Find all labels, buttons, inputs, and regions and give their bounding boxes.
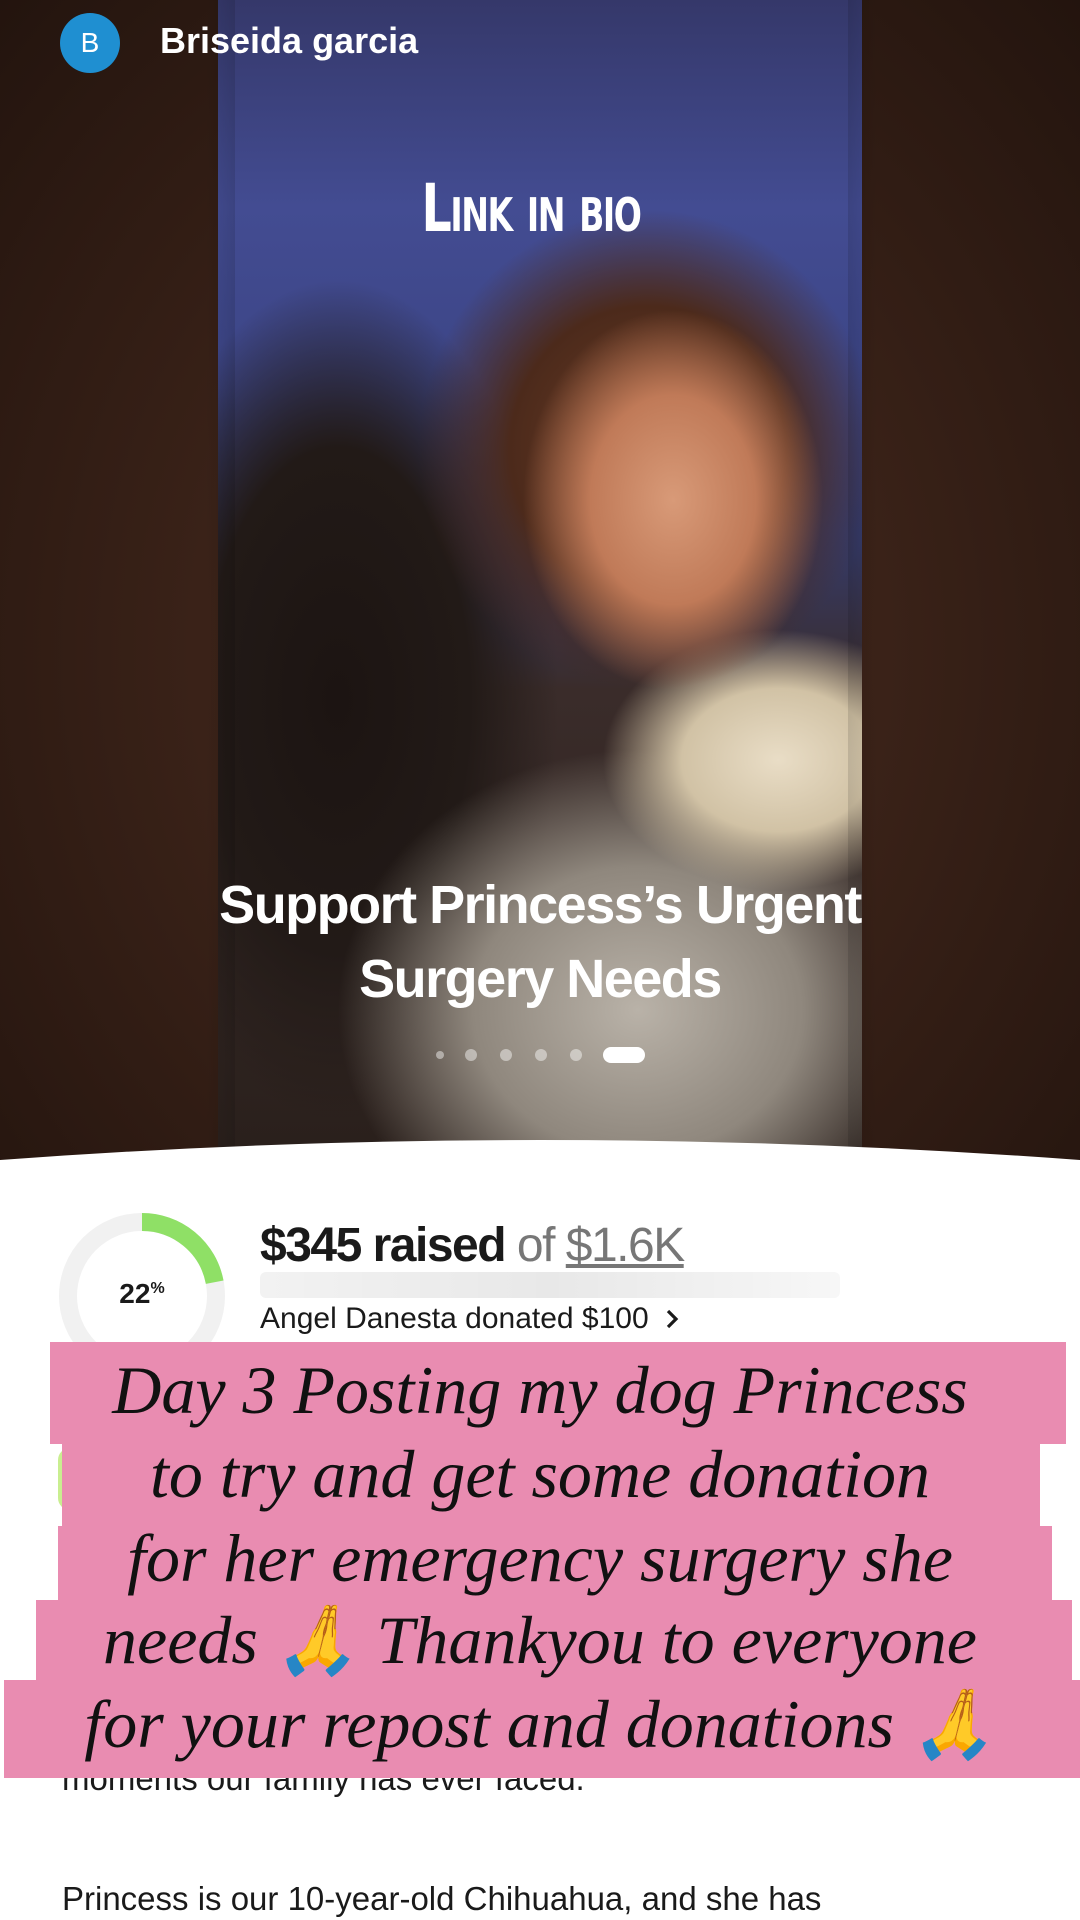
raised-summary: $345 raised of $1.6K: [260, 1218, 685, 1273]
caption-line: to try and get some donation: [149, 1436, 931, 1512]
carousel-dot[interactable]: [465, 1049, 477, 1061]
raised-amount: $345 raised: [260, 1219, 507, 1272]
carousel-dot[interactable]: [535, 1049, 547, 1061]
of-label: of: [516, 1219, 556, 1272]
goal-amount[interactable]: $1.6K: [566, 1219, 685, 1272]
caption-line: Day 3 Posting my dog Princess: [112, 1352, 968, 1428]
caption-line: for her emergency surgery she: [127, 1520, 953, 1596]
story-text-line: Princess is our 10-year-old Chihuahua, a…: [62, 1880, 822, 1917]
caption-line: needs 🙏 Thankyou to everyone: [103, 1602, 977, 1678]
carousel-indicator[interactable]: [0, 1046, 1080, 1063]
avatar[interactable]: B: [60, 13, 120, 73]
organizer-name[interactable]: Briseida garcia: [160, 20, 418, 62]
caption-line: for your repost and donations 🙏: [84, 1686, 996, 1762]
carousel-dot-active[interactable]: [603, 1047, 645, 1063]
progress-percent-value: 22: [119, 1278, 151, 1309]
chevron-right-icon: [666, 1309, 679, 1329]
carousel-dot[interactable]: [436, 1051, 444, 1059]
link-in-bio-overlay: Link in bio: [421, 170, 641, 247]
recent-donation-link[interactable]: Angel Danesta donated $100: [260, 1302, 683, 1336]
carousel-dot[interactable]: [570, 1049, 582, 1061]
campaign-title: Support Princess’s Urgent Surgery Needs: [219, 875, 862, 1009]
progress-percent: 22%: [58, 1278, 226, 1310]
header-bar: B Briseida garcia: [0, 0, 1080, 90]
recent-donation-text: Angel Danesta donated $100: [260, 1302, 649, 1335]
carousel-dot[interactable]: [500, 1049, 512, 1061]
card-top-curve: [0, 1140, 1080, 1198]
hero-media[interactable]: B Briseida garcia Link in bio Support Pr…: [0, 0, 1080, 1180]
percent-sign: %: [150, 1280, 165, 1297]
previous-donation-ghost: [260, 1272, 840, 1298]
